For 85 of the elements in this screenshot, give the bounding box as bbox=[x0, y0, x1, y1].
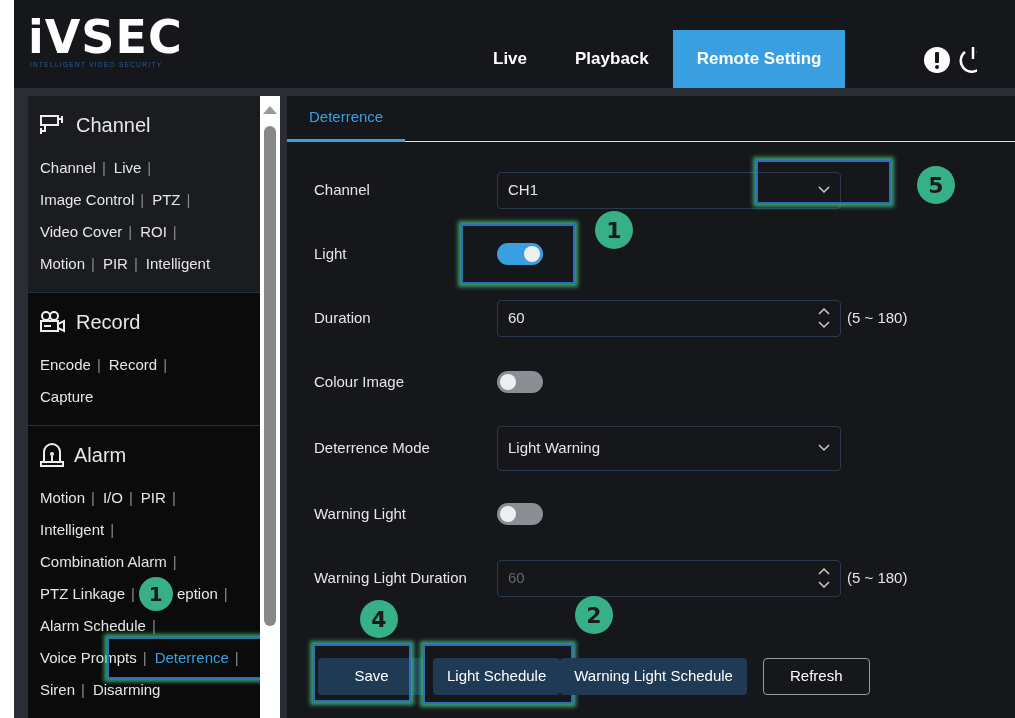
menu-link[interactable]: Record bbox=[108, 353, 158, 377]
logo-text: iVSEC bbox=[28, 14, 184, 60]
link-separator: | bbox=[163, 354, 168, 375]
menu-link[interactable]: Encode bbox=[40, 353, 91, 377]
menu-link[interactable]: Siren bbox=[40, 678, 76, 702]
link-separator: | bbox=[172, 551, 177, 572]
range-hint: (5 ~ 180) bbox=[847, 307, 908, 328]
field-label: Warning Light Duration bbox=[314, 567, 468, 588]
menu-link[interactable]: PTZ Linkage bbox=[40, 582, 126, 606]
number-field[interactable]: 60 bbox=[497, 299, 841, 337]
link-separator: | bbox=[223, 583, 228, 604]
field-label: Duration bbox=[314, 307, 372, 328]
link-separator: | bbox=[140, 189, 145, 210]
menu-link[interactable]: eption bbox=[176, 582, 218, 606]
menu-link[interactable]: Motion bbox=[40, 252, 86, 276]
toggle-switch[interactable] bbox=[497, 371, 543, 393]
link-separator: | bbox=[128, 221, 133, 242]
link-separator: | bbox=[128, 487, 133, 508]
scroll-up-arrow-icon[interactable] bbox=[263, 104, 277, 114]
field-label: Colour Image bbox=[314, 371, 406, 392]
section-title: Alarm bbox=[74, 443, 127, 468]
menu-link[interactable]: PIR bbox=[102, 252, 128, 276]
link-separator: | bbox=[101, 157, 106, 178]
menu-link[interactable]: Disarming bbox=[92, 678, 161, 702]
scrollbar[interactable] bbox=[260, 96, 280, 718]
range-hint: (5 ~ 180) bbox=[847, 567, 908, 588]
link-separator: | bbox=[186, 189, 191, 210]
link-separator: | bbox=[151, 615, 156, 636]
spinner-arrows-icon[interactable] bbox=[818, 306, 830, 330]
action-button[interactable]: Warning Light Schedule bbox=[560, 658, 747, 695]
link-separator: | bbox=[96, 354, 101, 375]
menu-link[interactable]: Alarm Schedule bbox=[40, 614, 146, 638]
siren-icon bbox=[40, 443, 64, 467]
power-icon[interactable] bbox=[958, 46, 977, 74]
video-camera-icon bbox=[40, 311, 66, 333]
nav-tab[interactable]: Playback bbox=[551, 30, 673, 88]
chevron-down-icon bbox=[818, 444, 830, 452]
select-field[interactable]: CH1 bbox=[497, 171, 841, 209]
camera-icon bbox=[40, 114, 66, 136]
link-separator: | bbox=[131, 583, 135, 604]
section-title: Channel bbox=[76, 113, 151, 138]
chevron-down-icon bbox=[818, 186, 830, 194]
field-label: Light bbox=[314, 243, 348, 264]
field-label: Warning Light bbox=[314, 503, 407, 524]
menu-link[interactable]: Capture bbox=[40, 385, 94, 409]
menu-link[interactable]: PIR bbox=[140, 486, 166, 510]
menu-link[interactable]: I/O bbox=[102, 486, 123, 510]
menu-link[interactable]: Intelligent bbox=[145, 252, 211, 276]
link-separator: | bbox=[91, 253, 95, 274]
menu-link[interactable]: Intelligent bbox=[40, 518, 105, 542]
menu-link[interactable]: Live bbox=[113, 156, 142, 180]
menu-link[interactable]: Deterrence bbox=[154, 646, 229, 670]
link-separator: | bbox=[171, 487, 176, 508]
callout-number: 5 bbox=[917, 166, 955, 204]
link-separator: | bbox=[81, 679, 85, 700]
info-icon[interactable] bbox=[923, 46, 952, 74]
field-label: Channel bbox=[314, 179, 371, 200]
select-field[interactable]: Light Warning bbox=[497, 425, 841, 471]
link-separator: | bbox=[142, 647, 147, 668]
toggle-switch[interactable] bbox=[497, 503, 543, 525]
callout-number: 1 bbox=[138, 576, 173, 611]
callout-number: 1 bbox=[595, 211, 633, 249]
callout-number: 2 bbox=[575, 596, 613, 634]
field-label: Deterrence Mode bbox=[314, 437, 431, 458]
tab[interactable]: Deterrence bbox=[287, 96, 406, 142]
menu-link[interactable]: ROI bbox=[140, 220, 167, 244]
link-separator: | bbox=[91, 487, 95, 508]
menu-link[interactable]: Combination Alarm bbox=[40, 550, 167, 574]
link-separator: | bbox=[234, 648, 239, 666]
callout-number: 4 bbox=[360, 600, 398, 638]
link-separator: | bbox=[147, 157, 152, 178]
link-separator: | bbox=[110, 519, 115, 540]
action-button[interactable]: Save bbox=[318, 658, 425, 695]
action-button[interactable]: Light Schedule bbox=[433, 658, 561, 695]
menu-link[interactable]: Motion bbox=[40, 486, 86, 510]
menu-link[interactable]: Video Cover bbox=[40, 220, 123, 244]
section-title: Record bbox=[76, 310, 141, 335]
menu-link[interactable]: PTZ bbox=[152, 188, 181, 212]
action-button[interactable]: Refresh bbox=[762, 658, 870, 695]
nav-tab[interactable]: Live bbox=[469, 30, 552, 88]
toggle-switch[interactable] bbox=[497, 243, 543, 265]
link-separator: | bbox=[133, 253, 138, 274]
menu-link[interactable]: Channel bbox=[40, 156, 96, 180]
menu-link[interactable]: Image Control bbox=[40, 188, 135, 212]
link-separator: | bbox=[172, 221, 177, 242]
